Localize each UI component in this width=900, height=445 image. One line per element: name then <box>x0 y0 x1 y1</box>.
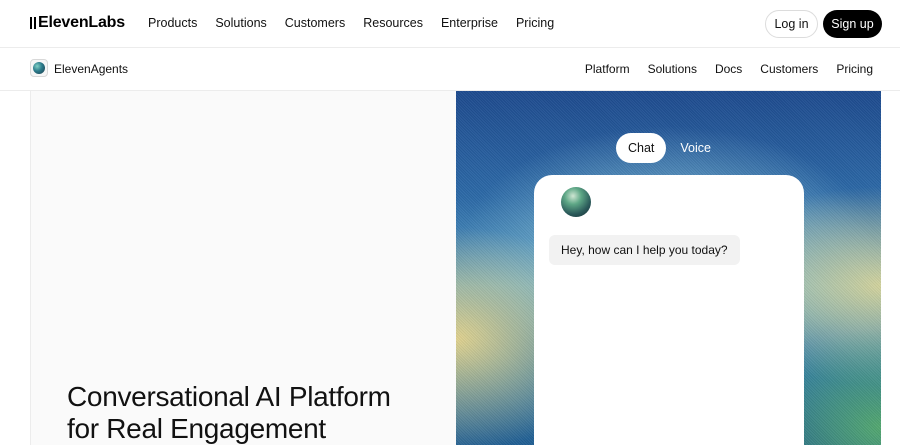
product-nav: Platform Solutions Docs Customers Pricin… <box>585 62 873 76</box>
product-name[interactable]: ElevenAgents <box>54 62 128 76</box>
hero-title-line-2: for Real Engagement <box>67 413 326 444</box>
elevenlabs-logo[interactable]: ElevenLabs <box>30 14 125 32</box>
subnav-solutions[interactable]: Solutions <box>648 62 697 76</box>
tab-chat[interactable]: Chat <box>616 133 667 163</box>
nav-resources[interactable]: Resources <box>363 16 423 30</box>
main-nav: Products Solutions Customers Resources E… <box>148 16 554 30</box>
subnav-customers[interactable]: Customers <box>760 62 818 76</box>
nav-customers[interactable]: Customers <box>285 16 345 30</box>
nav-products[interactable]: Products <box>148 16 197 30</box>
logo-text: ElevenLabs <box>38 14 125 31</box>
top-navigation-bar: ElevenLabs Products Solutions Customers … <box>0 0 900 48</box>
tab-voice[interactable]: Voice <box>672 133 719 163</box>
signup-button[interactable]: Sign up <box>823 10 882 38</box>
mode-toggle: Chat Voice <box>616 133 719 163</box>
chat-widget: Hey, how can I help you today? <box>534 175 804 445</box>
eleven-agents-icon[interactable] <box>30 59 48 77</box>
nav-pricing[interactable]: Pricing <box>516 16 554 30</box>
hero-demo-panel: Chat Voice Hey, how can I help you today… <box>456 91 881 445</box>
hero-title: Conversational AI Platform for Real Enga… <box>67 381 391 445</box>
nav-enterprise[interactable]: Enterprise <box>441 16 498 30</box>
nav-solutions[interactable]: Solutions <box>215 16 266 30</box>
subnav-platform[interactable]: Platform <box>585 62 630 76</box>
agent-avatar <box>561 187 591 217</box>
login-button[interactable]: Log in <box>765 10 818 38</box>
subnav-docs[interactable]: Docs <box>715 62 742 76</box>
subnav-pricing[interactable]: Pricing <box>836 62 873 76</box>
logo-bars-icon <box>30 17 36 29</box>
hero-text-panel: Conversational AI Platform for Real Enga… <box>30 91 456 445</box>
hero-title-line-1: Conversational AI Platform <box>67 381 391 412</box>
agent-message-bubble: Hey, how can I help you today? <box>549 235 740 265</box>
product-subnav-bar: ElevenAgents Platform Solutions Docs Cus… <box>0 49 900 91</box>
